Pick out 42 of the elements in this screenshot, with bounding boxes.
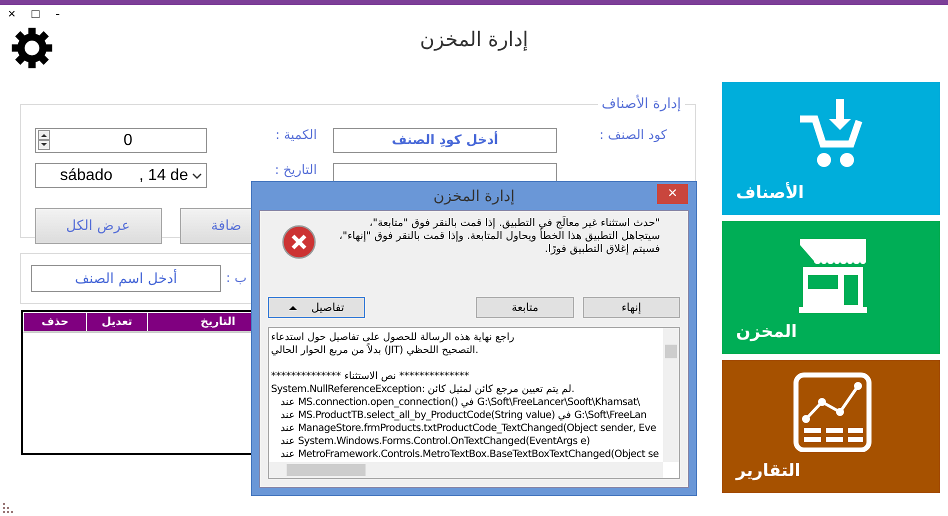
column-header[interactable]: تعديل bbox=[87, 313, 148, 331]
close-button[interactable]: × bbox=[657, 184, 688, 204]
details-line: عند MS.ProductTB.select_all_by_ProductCode(String value) في G:\Soft\FreeLan bbox=[280, 409, 648, 422]
nav-tile[interactable]: التقارير bbox=[722, 360, 940, 493]
details-line: عند ManageStore.frmProducts.txtProductCode_TextChanged(Object sender, Eve bbox=[280, 422, 658, 435]
field-label: كود الصنف : bbox=[598, 128, 668, 143]
group-title: إدارة الأصناف bbox=[600, 96, 682, 112]
maximize-button[interactable]: □ bbox=[32, 8, 40, 20]
chart-icon bbox=[792, 372, 872, 452]
error-message: "حدث استثناء غير معالَج في التطبيق. إذا قمت بالنقر فوق "متابعة"، سيتجاهل التطبيق هذا الخطأ ويحاول المتابعة. وإذا قمت بالنقر فوق "إنهاء"، فسيتم إغلاق التطبيق فورًا. bbox=[338, 217, 660, 256]
details-line: عند MS.connection.open_connection() في G:\Soft\FreeLancer\Sooft\Khamsat\ bbox=[280, 396, 641, 409]
details-box[interactable] bbox=[268, 327, 680, 479]
input-field[interactable]: أدخل كودِ الصنف bbox=[333, 128, 557, 153]
scrollbar[interactable] bbox=[269, 462, 663, 478]
search-label: ب : bbox=[226, 271, 247, 286]
tile-label: الأصناف bbox=[736, 183, 804, 203]
window-title: إدارة المخزن bbox=[420, 27, 528, 51]
details-line: راجع نهاية هذه الرسالة للحصول على تفاصيل حول استدعاء bbox=[271, 331, 516, 343]
resize-grip-icon[interactable] bbox=[3, 503, 13, 513]
column-header[interactable]: حذف bbox=[24, 313, 87, 331]
minimize-button[interactable]: - bbox=[55, 8, 60, 20]
chevron-down-icon bbox=[192, 172, 202, 180]
scrollbar[interactable] bbox=[663, 328, 679, 462]
date-picker[interactable]: sábado , 14 de bbox=[35, 163, 207, 188]
details-line: عند MetroFramework.Controls.MetroTextBox.BaseTextBoxTextChanged(Object se bbox=[280, 448, 660, 461]
field-label: التاريخ : bbox=[274, 163, 318, 178]
error-icon bbox=[282, 225, 316, 259]
field-label: الكمية : bbox=[274, 128, 318, 143]
close-button[interactable]: × bbox=[8, 8, 16, 20]
details-line: عند System.Windows.Forms.Control.OnTextChanged(EventArgs e) bbox=[280, 435, 591, 448]
tile-label: التقارير bbox=[736, 461, 801, 481]
tile-label: المخزن bbox=[736, 322, 797, 342]
number-field[interactable]: 0 bbox=[35, 128, 207, 153]
details-line: ************** نص الاستثناء ************** bbox=[271, 370, 470, 383]
dialog-button[interactable]: إنهاء bbox=[582, 297, 680, 318]
search-field[interactable]: أدخل اسم الصنف bbox=[31, 265, 221, 292]
dialog-title: إدارة المخزن bbox=[433, 187, 515, 205]
details-line: System.NullReferenceException: لم يتم تعيين مرجع كائن لمثيل كائن. bbox=[271, 383, 576, 396]
dialog-button[interactable]: تفاصيل bbox=[268, 297, 366, 318]
details-line: بدلاً من مربع الحوار الحالي (JIT) التصحيح اللحظي. bbox=[271, 344, 480, 357]
spinner-arrows-icon[interactable] bbox=[38, 130, 50, 151]
dialog-button[interactable]: متابعة bbox=[476, 297, 574, 318]
